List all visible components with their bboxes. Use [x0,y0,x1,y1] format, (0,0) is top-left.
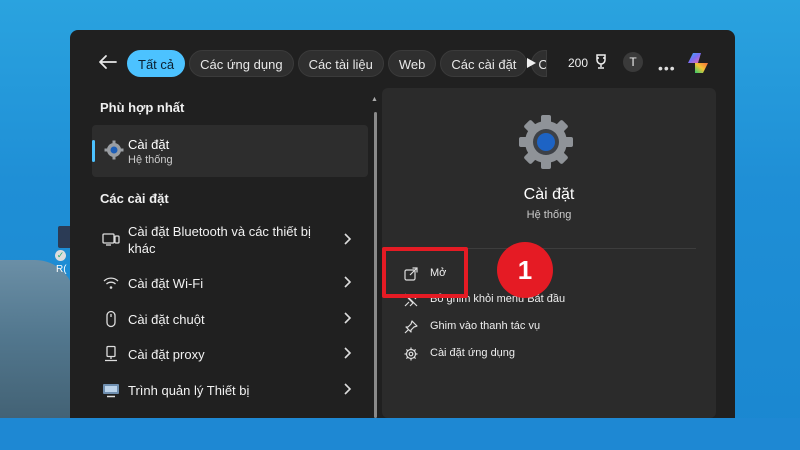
chevron-right-icon [344,233,352,245]
chip-apps[interactable]: Các ứng dụng [189,50,294,77]
rewards-points: 200 [568,56,589,70]
settings-item-wifi[interactable]: Cài đặt Wi-Fi [92,266,368,300]
desktop-shortcut-label: R( [56,264,67,275]
chip-all[interactable]: Tất cả [127,50,186,77]
action-app-settings[interactable]: Cài đặt ứng dụng [404,344,684,366]
best-match-subtitle: Hệ thống [128,154,173,166]
back-arrow-icon[interactable] [98,54,118,70]
best-match-settings[interactable]: Cài đặt Hệ thống [92,125,368,177]
bluetooth-devices-icon [102,233,120,246]
copilot-icon[interactable] [685,50,711,76]
chevron-right-icon [344,383,352,395]
action-pin-taskbar[interactable]: Ghim vào thanh tác vụ [404,317,684,339]
preview-subtitle: Hệ thống [526,209,572,221]
sync-check-icon: ✓ [55,250,66,261]
device-manager-icon [103,384,119,398]
pin-icon [404,320,418,334]
mouse-icon [106,310,116,328]
action-label: Cài đặt ứng dụng [430,347,516,359]
chevron-right-icon [344,276,352,288]
settings-app-icon [104,140,124,160]
more-options-icon[interactable]: ••• [658,60,676,76]
settings-item-device-manager[interactable]: Trình quản lý Thiết bị [92,373,368,407]
best-match-heading: Phù hợp nhất [100,100,185,115]
settings-item-mouse[interactable]: Cài đặt chuột [92,302,368,336]
settings-item-label: Trình quản lý Thiết bị [128,383,250,398]
chip-web[interactable]: Web [387,50,437,77]
chevron-right-icon [344,312,352,324]
highlight-box-open [382,247,468,298]
best-match-title: Cài đặt [128,137,170,152]
settings-gear-icon [404,347,418,361]
start-menu-search: Tất cả Các ứng dụng Các tài liệu Web Các… [70,30,735,418]
filter-chips: Tất cả Các ứng dụng Các tài liệu Web Các… [127,50,548,77]
action-label: Ghim vào thanh tác vụ [430,320,541,332]
scroll-chips-play-icon[interactable] [525,57,537,69]
results-scrollbar[interactable] [374,112,377,418]
settings-item-label-cont: khác [128,241,156,256]
settings-item-label: Cài đặt Wi-Fi [128,276,204,291]
proxy-icon [105,345,117,362]
rewards-trophy-icon[interactable] [594,54,608,70]
wifi-icon [103,277,119,289]
selection-indicator [92,140,95,162]
chip-documents[interactable]: Các tài liệu [297,50,384,77]
settings-item-label: Cài đặt chuột [128,312,205,327]
chevron-right-icon [344,347,352,359]
settings-item-proxy[interactable]: Cài đặt proxy [92,337,368,371]
user-avatar[interactable]: T [623,52,643,72]
preview-title: Cài đặt [523,186,575,203]
settings-heading: Các cài đặt [100,191,169,206]
scroll-up-arrow-icon[interactable]: ▲ [371,96,378,103]
settings-item-bluetooth[interactable]: Cài đặt Bluetooth và các thiết bị khác [92,218,368,260]
search-filter-bar: Tất cả Các ứng dụng Các tài liệu Web Các… [70,30,735,92]
desktop-wallpaper-bottom [0,418,800,450]
settings-item-label: Cài đặt proxy [128,347,205,362]
step-number-badge: 1 [497,242,553,298]
chip-settings[interactable]: Các cài đặt [440,50,528,77]
settings-item-label: Cài đặt Bluetooth và các thiết bị [128,224,311,239]
settings-large-icon [519,115,573,169]
